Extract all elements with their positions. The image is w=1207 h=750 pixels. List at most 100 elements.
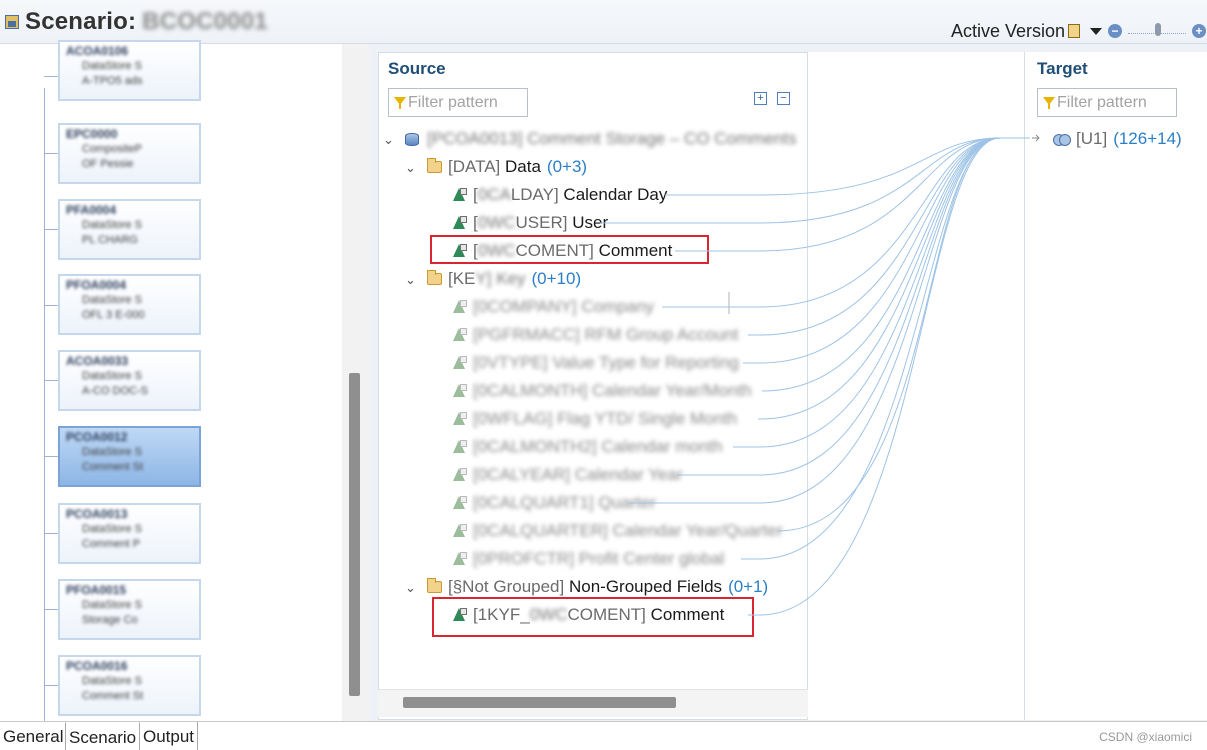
node-subtitle: DataStore S: [82, 219, 142, 231]
node-title: PFA0004: [66, 203, 117, 217]
node-title: PCOA0012: [66, 430, 128, 444]
node-subtitle: Comment St: [82, 690, 144, 702]
collapse-all-icon[interactable]: −: [777, 92, 790, 105]
expand-all-icon[interactable]: +: [754, 92, 767, 105]
zoom-slider-thumb[interactable]: [1155, 23, 1161, 36]
field-label: Calendar Day: [563, 185, 668, 204]
node-subtitle: DataStore S: [82, 523, 142, 535]
graph-node[interactable]: PFOA0004 DataStore S OFL 3 E-000: [58, 274, 201, 335]
node-subtitle: Comment P: [82, 538, 141, 550]
tree-field-key[interactable]: [PGFRMACC] RFM Group Account: [453, 323, 738, 347]
field-tech-suffix: USER]: [515, 213, 568, 232]
tab-output[interactable]: Output: [140, 722, 199, 750]
field-label: Value Type for Reporting: [552, 353, 739, 372]
tree-field-key[interactable]: [0CALYEAR] Calendar Year: [453, 463, 683, 487]
target-title: Target: [1037, 59, 1088, 78]
node-subtitle: CompositeP: [82, 143, 142, 155]
info-object-icon: [453, 188, 467, 202]
filter-funnel-icon: [1043, 97, 1055, 109]
graph-node[interactable]: PCOA0016 DataStore S Comment St: [58, 655, 201, 716]
info-object-icon: [453, 216, 467, 230]
chevron-down-icon[interactable]: ⌄: [405, 580, 419, 595]
graph-node[interactable]: ACOA0106 DataStore S A-TPO5 ads: [58, 40, 201, 101]
tab-scenario[interactable]: Scenario: [65, 722, 141, 750]
tree-field-key[interactable]: [0COMPANY] Company: [453, 295, 654, 319]
group-label: Non-Grouped Fields: [568, 577, 723, 596]
graph-connector-line: [44, 88, 45, 728]
field-label: Calendar Year/Quarter: [612, 521, 783, 540]
chevron-down-icon[interactable]: ⌄: [383, 132, 397, 147]
tree-field-key[interactable]: [0CALQUART1] Quarter: [453, 491, 656, 515]
tree-group-data[interactable]: ⌄ [DATA] Data (0+3): [405, 155, 587, 179]
field-label: Company: [581, 297, 655, 316]
graph-node[interactable]: PFA0004 DataStore S PL CHARG: [58, 199, 201, 260]
tree-field-key[interactable]: [0CALMONTH2] Calendar month: [453, 435, 722, 459]
root-description: Comment Storage – CO Comments: [527, 129, 797, 148]
node-connector: [44, 305, 58, 306]
node-subtitle: A-TPO5 ads: [82, 75, 143, 87]
tree-group-not-grouped[interactable]: ⌄ [§Not Grouped] Non-Grouped Fields (0+1): [405, 575, 768, 599]
node-title: PFOA0015: [66, 583, 127, 597]
node-subtitle: PL CHARG: [82, 234, 138, 246]
source-root-node[interactable]: ⌄ [PCOA0013] Comment Storage – CO Commen…: [383, 127, 796, 151]
chevron-down-icon[interactable]: ⌄: [405, 160, 419, 175]
group-label: Key: [496, 269, 526, 288]
graph-node-selected[interactable]: PCOA0012 DataStore S Comment St: [58, 426, 201, 487]
title-label: Scenario:: [25, 8, 137, 35]
zoom-out-icon[interactable]: −: [1108, 24, 1122, 38]
chevron-down-icon[interactable]: ⌄: [405, 272, 419, 287]
field-technical-name: [0VTYPE]: [473, 353, 548, 372]
graph-node[interactable]: EPC0000 CompositeP OF Pessie: [58, 123, 201, 184]
mapping-area: [808, 52, 1024, 720]
field-label: Calendar Year: [574, 465, 683, 484]
source-filter[interactable]: [388, 88, 528, 117]
node-connector: [44, 456, 58, 457]
graph-node[interactable]: ACOA0033 DataStore S A-CO DOC-S: [58, 350, 201, 411]
tab-general[interactable]: General: [0, 722, 68, 750]
node-subtitle: DataStore S: [82, 675, 142, 687]
source-horizontal-scroll-thumb[interactable]: [403, 697, 676, 708]
graph-node[interactable]: PFOA0015 DataStore S Storage Co: [58, 579, 201, 640]
field-technical-name: [0CALYEAR]: [473, 465, 571, 484]
field-label: Quarter: [598, 493, 656, 512]
version-document-icon[interactable]: [1068, 24, 1080, 38]
graph-node[interactable]: PCOA0013 DataStore S Comment P: [58, 503, 201, 564]
node-connector: [44, 76, 58, 77]
target-filter-input[interactable]: [1057, 93, 1172, 113]
node-subtitle: DataStore S: [82, 60, 142, 72]
datastore-icon: [405, 132, 419, 146]
graph-vertical-scroll-thumb[interactable]: [349, 373, 360, 696]
field-technical-name: [0CALMONTH2]: [473, 437, 597, 456]
field-label: Flag YTD/ Single Month: [557, 409, 738, 428]
group-count: (0+3): [546, 157, 588, 176]
node-connector: [44, 229, 58, 230]
tree-field-user[interactable]: [0WC USER] User: [453, 211, 608, 235]
tree-field-key[interactable]: [0PROFCTR] Profit Center global: [453, 547, 724, 571]
node-subtitle: A-CO DOC-S: [82, 385, 148, 397]
tree-group-key[interactable]: ⌄ [KE Y] Key (0+10): [405, 267, 581, 291]
scenario-icon: [5, 15, 19, 29]
tree-field-key[interactable]: [0VTYPE] Value Type for Reporting: [453, 351, 739, 375]
field-technical-name: [0CALQUART1]: [473, 493, 594, 512]
node-title: PCOA0016: [66, 659, 128, 673]
node-subtitle: OF Pessie: [82, 158, 134, 170]
target-panel: [1024, 52, 1207, 720]
tree-field-key[interactable]: [0WFLAG] Flag YTD/ Single Month: [453, 407, 737, 431]
tree-field-calendar-day[interactable]: [0CA LDAY] Calendar Day: [453, 183, 667, 207]
filter-funnel-icon: [394, 97, 406, 109]
target-union-node[interactable]: [U1] (126+14): [1053, 128, 1182, 150]
node-connector: [44, 609, 58, 610]
union-count: (126+14): [1113, 129, 1182, 148]
target-filter[interactable]: [1037, 88, 1177, 117]
info-object-icon: [453, 552, 467, 566]
mouse-cursor-icon: [728, 292, 742, 314]
zoom-in-icon[interactable]: +: [1192, 24, 1206, 38]
zoom-slider[interactable]: [1128, 23, 1186, 36]
version-dropdown-arrow-icon[interactable]: [1090, 27, 1102, 35]
field-technical-name: [0CALMONTH]: [473, 381, 588, 400]
tree-field-key[interactable]: [0CALQUARTER] Calendar Year/Quarter: [453, 519, 783, 543]
tree-field-key[interactable]: [0CALMONTH] Calendar Year/Month: [453, 379, 752, 403]
source-filter-input[interactable]: [408, 93, 523, 113]
source-title: Source: [388, 59, 446, 78]
field-tech-prefix: 0WC: [477, 213, 516, 232]
